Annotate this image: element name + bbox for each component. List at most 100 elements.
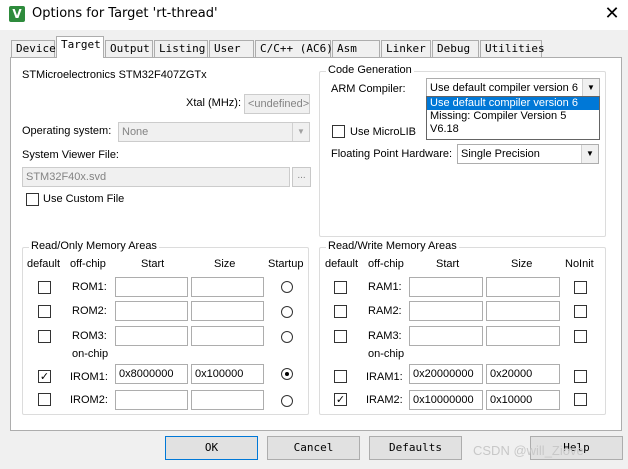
irom1-startup-radio[interactable] (281, 368, 293, 380)
irom1-start-field[interactable]: 0x8000000 (115, 364, 188, 384)
tab-cpp[interactable]: C/C++ (AC6) (255, 40, 333, 57)
rom1-startup-radio[interactable] (281, 281, 293, 293)
ram3-default-checkbox[interactable] (334, 330, 347, 343)
watermark-text: CSDN @will_Ziove (473, 443, 584, 458)
tab-asm[interactable]: Asm (332, 40, 380, 57)
ram2-start-field[interactable] (409, 301, 483, 321)
fph-label: Floating Point Hardware: (331, 148, 453, 160)
arm-compiler-label: ARM Compiler: (331, 83, 406, 95)
rom1-start-field[interactable] (115, 277, 188, 297)
rom3-size-field[interactable] (191, 326, 264, 346)
rom-areas-title: Read/Only Memory Areas (29, 240, 159, 252)
irom2-start-field[interactable] (115, 390, 188, 410)
rom3-startup-radio[interactable] (281, 331, 293, 343)
use-custom-file-checkbox[interactable] (26, 193, 39, 206)
ram-onchip-label: on-chip (368, 348, 405, 360)
ram-areas-title: Read/Write Memory Areas (326, 240, 459, 252)
iram1-default-checkbox[interactable] (334, 370, 347, 383)
app-icon: V (9, 6, 25, 22)
rom1-label: ROM1: (72, 281, 107, 293)
tab-utilities[interactable]: Utilities (480, 40, 545, 57)
os-label: Operating system: (22, 125, 112, 137)
iram2-label: IRAM2: (366, 394, 403, 406)
tab-target[interactable]: Target (56, 36, 104, 58)
ram1-default-checkbox[interactable] (334, 281, 347, 294)
cancel-button[interactable]: Cancel (267, 436, 360, 460)
ram1-label: RAM1: (368, 281, 402, 293)
iram2-start-field[interactable]: 0x10000000 (409, 390, 483, 410)
irom1-default-checkbox[interactable]: ✓ (38, 370, 51, 383)
rom-header-size: Size (214, 258, 236, 270)
tab-linker[interactable]: Linker (381, 40, 431, 57)
rom2-label: ROM2: (72, 305, 107, 317)
rom3-label: ROM3: (72, 330, 107, 342)
use-custom-file-label: Use Custom File (43, 193, 125, 205)
irom2-size-field[interactable] (191, 390, 264, 410)
ram2-noinit-checkbox[interactable] (574, 305, 587, 318)
ram3-noinit-checkbox[interactable] (574, 330, 587, 343)
iram2-size-field[interactable]: 0x10000 (486, 390, 560, 410)
xtal-field[interactable]: <undefined> (244, 94, 310, 114)
ram3-size-field[interactable] (486, 326, 560, 346)
compiler-option[interactable]: Missing: Compiler Version 5 (427, 110, 599, 123)
ram-header-noinit: NoInit (565, 258, 594, 270)
ram3-start-field[interactable] (409, 326, 483, 346)
iram2-noinit-checkbox[interactable] (574, 393, 587, 406)
xtal-label: Xtal (MHz): (186, 97, 241, 109)
fph-value: Single Precision (461, 148, 540, 160)
chevron-down-icon[interactable]: ▼ (292, 123, 309, 141)
use-microlib-checkbox[interactable] (332, 125, 345, 138)
chevron-down-icon[interactable]: ▼ (582, 79, 599, 97)
defaults-button[interactable]: Defaults (369, 436, 462, 460)
rom-header-start: Start (141, 258, 165, 270)
svd-label: System Viewer File: (22, 149, 119, 161)
ok-button[interactable]: OK (165, 436, 258, 460)
rom1-default-checkbox[interactable] (38, 281, 51, 294)
iram1-label: IRAM1: (366, 371, 403, 383)
iram1-start-field[interactable]: 0x20000000 (409, 364, 483, 384)
code-generation-title: Code Generation (326, 64, 414, 76)
rom-onchip-label: on-chip (72, 348, 109, 360)
irom1-size-field[interactable]: 0x100000 (191, 364, 264, 384)
ram-header-size: Size (511, 258, 533, 270)
iram1-size-field[interactable]: 0x20000 (486, 364, 560, 384)
rom2-startup-radio[interactable] (281, 306, 293, 318)
rom3-default-checkbox[interactable] (38, 330, 51, 343)
tab-debug[interactable]: Debug (432, 40, 479, 57)
irom2-startup-radio[interactable] (281, 395, 293, 407)
svd-browse-button[interactable]: ... (292, 167, 311, 187)
ram3-label: RAM3: (368, 330, 402, 342)
iram1-noinit-checkbox[interactable] (574, 370, 587, 383)
close-icon[interactable]: ✕ (600, 2, 624, 26)
rom-header-offchip: off-chip (70, 258, 106, 270)
irom2-default-checkbox[interactable] (38, 393, 51, 406)
tab-listing[interactable]: Listing (154, 40, 208, 57)
compiler-option[interactable]: V6.18 (427, 123, 599, 136)
compiler-option[interactable]: Use default compiler version 6 (427, 97, 599, 110)
ram1-start-field[interactable] (409, 277, 483, 297)
ram1-size-field[interactable] (486, 277, 560, 297)
tab-output[interactable]: Output (105, 40, 153, 57)
rom2-size-field[interactable] (191, 301, 264, 321)
rom2-start-field[interactable] (115, 301, 188, 321)
iram2-default-checkbox[interactable]: ✓ (334, 393, 347, 406)
fph-select[interactable]: Single Precision ▼ (457, 144, 599, 164)
svd-field[interactable]: STM32F40x.svd (22, 167, 290, 187)
tab-device[interactable]: Device (11, 40, 56, 57)
ram1-noinit-checkbox[interactable] (574, 281, 587, 294)
tab-user[interactable]: User (209, 40, 254, 57)
arm-compiler-select[interactable]: Use default compiler version 6 ▼ (426, 78, 600, 98)
chevron-down-icon[interactable]: ▼ (581, 145, 598, 163)
use-microlib-label: Use MicroLIB (350, 126, 417, 138)
ram-header-default: default (325, 258, 359, 270)
rom3-start-field[interactable] (115, 326, 188, 346)
rom1-size-field[interactable] (191, 277, 264, 297)
rom-header-startup: Startup (268, 258, 304, 270)
os-select[interactable]: None ▼ (118, 122, 310, 142)
ram2-default-checkbox[interactable] (334, 305, 347, 318)
ram-header-start: Start (436, 258, 460, 270)
rom-header-default: default (27, 258, 61, 270)
rom2-default-checkbox[interactable] (38, 305, 51, 318)
arm-compiler-value: Use default compiler version 6 (430, 82, 578, 94)
ram2-size-field[interactable] (486, 301, 560, 321)
